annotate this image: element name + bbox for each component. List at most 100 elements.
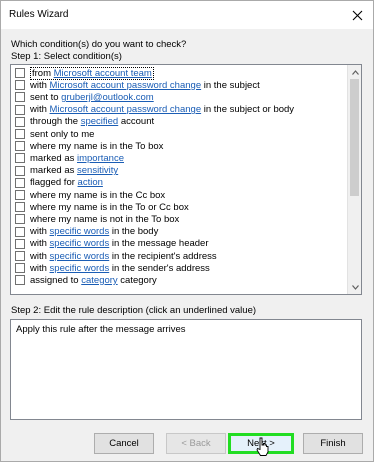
rule-description-box[interactable]: Apply this rule after the message arrive… (10, 319, 362, 420)
condition-value-link[interactable]: specified (81, 116, 119, 127)
condition-label: with specific words in the message heade… (30, 238, 209, 249)
close-icon (352, 10, 362, 20)
condition-checkbox[interactable] (15, 190, 25, 201)
condition-item[interactable]: with Microsoft account password change i… (11, 104, 347, 116)
condition-item[interactable]: through the specified account (11, 116, 347, 128)
close-button[interactable] (347, 5, 367, 25)
condition-label: flagged for action (30, 177, 103, 188)
condition-label: where my name is in the To or Cc box (30, 202, 189, 213)
condition-checkbox[interactable] (15, 68, 25, 79)
condition-item[interactable]: with specific words in the body (11, 226, 347, 238)
step1-label: Step 1: Select condition(s) (11, 51, 122, 62)
condition-text: where my name is in the Cc box (30, 189, 166, 201)
condition-text: account (118, 116, 155, 128)
title-bar: Rules Wizard (1, 1, 373, 29)
condition-checkbox[interactable] (15, 165, 25, 176)
condition-item[interactable]: with specific words in the message heade… (11, 238, 347, 250)
condition-label: with specific words in the recipient's a… (30, 251, 217, 262)
condition-label: marked as sensitivity (30, 165, 118, 176)
condition-checkbox[interactable] (15, 214, 25, 225)
condition-item[interactable]: with Microsoft account password change i… (11, 79, 347, 91)
cancel-button[interactable]: Cancel (94, 433, 154, 454)
condition-label: with specific words in the sender's addr… (30, 263, 210, 274)
condition-value-link[interactable]: Microsoft account password change (50, 80, 202, 91)
condition-label: with Microsoft account password change i… (30, 104, 294, 115)
condition-item[interactable]: where my name is in the To or Cc box (11, 201, 347, 213)
condition-checkbox[interactable] (15, 141, 25, 152)
conditions-scrollbar[interactable] (347, 65, 361, 294)
prompt-label: Which condition(s) do you want to check? (11, 39, 187, 50)
condition-text: with (30, 250, 50, 262)
condition-label: with Microsoft account password change i… (30, 80, 260, 91)
condition-value-link[interactable]: category (81, 275, 117, 286)
condition-text: sent to (30, 91, 62, 103)
condition-item[interactable]: where my name is in the Cc box (11, 189, 347, 201)
chevron-down-icon (351, 284, 359, 290)
condition-checkbox[interactable] (15, 80, 25, 91)
condition-text: with (30, 79, 50, 91)
mouse-cursor-icon (256, 437, 269, 456)
scroll-thumb[interactable] (350, 79, 359, 196)
condition-item[interactable]: sent only to me (11, 128, 347, 140)
condition-value-link[interactable]: specific words (50, 263, 110, 274)
condition-value-link[interactable]: specific words (50, 238, 110, 249)
condition-text: in the subject or body (201, 104, 295, 116)
condition-value-link[interactable]: specific words (50, 226, 110, 237)
scroll-up-button[interactable] (348, 65, 361, 79)
condition-item[interactable]: with specific words in the sender's addr… (11, 262, 347, 274)
condition-text: marked as (30, 152, 77, 164)
condition-checkbox[interactable] (15, 226, 25, 237)
condition-item[interactable]: marked as importance (11, 152, 347, 164)
condition-item[interactable]: marked as sensitivity (11, 165, 347, 177)
condition-checkbox[interactable] (15, 251, 25, 262)
condition-item[interactable]: where my name is in the To box (11, 140, 347, 152)
condition-text: with (30, 262, 50, 274)
condition-label: where my name is not in the To box (30, 214, 179, 225)
condition-checkbox[interactable] (15, 177, 25, 188)
condition-value-link[interactable]: action (78, 177, 103, 188)
conditions-list-items: from Microsoft account team with Microsof… (11, 65, 347, 294)
condition-text: in the subject (201, 79, 260, 91)
condition-checkbox[interactable] (15, 153, 25, 164)
condition-checkbox[interactable] (15, 238, 25, 249)
condition-text: in the body (109, 226, 159, 238)
condition-text: marked as (30, 165, 77, 177)
condition-checkbox[interactable] (15, 263, 25, 274)
condition-label: where my name is in the Cc box (30, 190, 165, 201)
conditions-list[interactable]: from Microsoft account team with Microsof… (10, 64, 362, 295)
condition-label: assigned to category category (30, 275, 157, 286)
condition-item[interactable]: sent to gruberjl@outlook.com (11, 91, 347, 103)
condition-text: in the sender's address (109, 262, 210, 274)
condition-text: with (30, 238, 50, 250)
condition-checkbox[interactable] (15, 116, 25, 127)
condition-value-link[interactable]: Microsoft account password change (50, 104, 202, 115)
condition-text: where my name is not in the To box (30, 213, 180, 225)
condition-text: category (117, 274, 157, 286)
condition-value-link[interactable]: sensitivity (77, 165, 118, 176)
condition-checkbox[interactable] (15, 92, 25, 103)
window-title: Rules Wizard (9, 9, 69, 20)
condition-item[interactable]: with specific words in the recipient's a… (11, 250, 347, 262)
condition-checkbox[interactable] (15, 129, 25, 140)
condition-checkbox[interactable] (15, 104, 25, 115)
condition-value-link[interactable]: specific words (50, 251, 110, 262)
scroll-down-button[interactable] (348, 280, 361, 294)
condition-checkbox[interactable] (15, 275, 25, 286)
condition-text: with (30, 104, 50, 116)
condition-item[interactable]: from Microsoft account team (11, 66, 347, 80)
condition-item[interactable]: where my name is not in the To box (11, 213, 347, 225)
finish-button[interactable]: Finish (303, 433, 363, 454)
step2-label: Step 2: Edit the rule description (click… (11, 305, 257, 316)
condition-text: assigned to (30, 274, 82, 286)
condition-label: where my name is in the To box (30, 141, 163, 152)
condition-item[interactable]: flagged for action (11, 177, 347, 189)
condition-value-link[interactable]: importance (77, 153, 124, 164)
condition-label: from Microsoft account team (30, 66, 154, 80)
condition-value-link[interactable]: gruberjl@outlook.com (61, 92, 154, 103)
condition-value-link[interactable]: Microsoft account team (54, 68, 152, 79)
condition-item[interactable]: assigned to category category (11, 274, 347, 286)
back-button[interactable]: < Back (166, 433, 226, 454)
condition-checkbox[interactable] (15, 202, 25, 213)
rule-description-text: Apply this rule after the message arrive… (16, 324, 186, 335)
condition-label: marked as importance (30, 153, 124, 164)
